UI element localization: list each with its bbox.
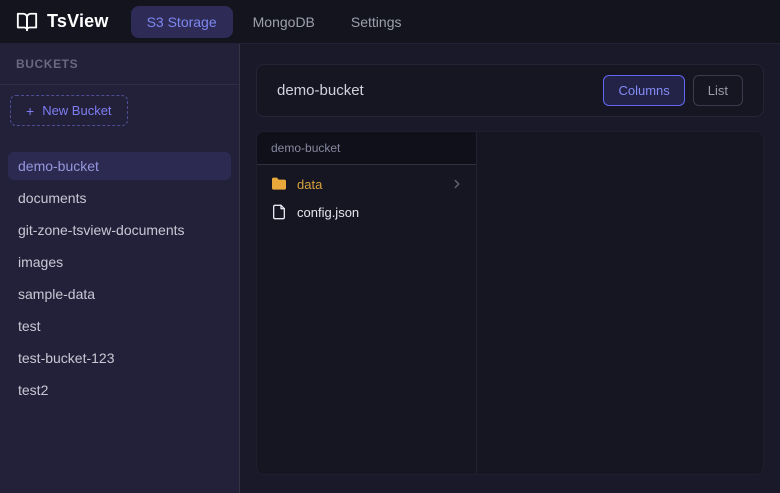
column-header: demo-bucket: [257, 132, 476, 165]
sidebar-item-documents[interactable]: documents: [8, 184, 231, 212]
sidebar-item-git-zone-tsview-documents[interactable]: git-zone-tsview-documents: [8, 216, 231, 244]
buckets-section-title: BUCKETS: [0, 44, 239, 85]
folder-icon: [271, 176, 287, 192]
tab-settings[interactable]: Settings: [335, 6, 418, 38]
bucket-title: demo-bucket: [277, 82, 603, 99]
file-icon: [271, 204, 287, 220]
tab-s3-storage[interactable]: S3 Storage: [131, 6, 233, 38]
sidebar-item-sample-data[interactable]: sample-data: [8, 280, 231, 308]
new-bucket-label: New Bucket: [42, 103, 111, 118]
app-title: TsView: [47, 11, 109, 32]
buckets-sidebar: BUCKETS + New Bucket demo-bucket documen…: [0, 44, 240, 493]
sidebar-item-test[interactable]: test: [8, 312, 231, 340]
folder-name: data: [297, 177, 440, 192]
bucket-list: demo-bucket documents git-zone-tsview-do…: [0, 144, 239, 416]
bucket-toolbar: demo-bucket Columns List: [256, 64, 764, 117]
sidebar-item-test-bucket-123[interactable]: test-bucket-123: [8, 344, 231, 372]
chevron-right-icon: [450, 177, 464, 191]
app-window: TsView S3 Storage MongoDB Settings BUCKE…: [0, 0, 780, 493]
sidebar-item-demo-bucket[interactable]: demo-bucket: [8, 152, 231, 180]
file-explorer-panel: demo-bucket data: [256, 131, 764, 475]
sidebar-item-test2[interactable]: test2: [8, 376, 231, 404]
folder-row-data[interactable]: data: [257, 170, 476, 198]
app-header: TsView S3 Storage MongoDB Settings: [0, 0, 780, 44]
main-nav-tabs: S3 Storage MongoDB Settings: [131, 6, 418, 38]
column-rows: data: [257, 165, 476, 226]
plus-icon: +: [26, 104, 34, 118]
tab-mongodb[interactable]: MongoDB: [237, 6, 331, 38]
list-view-button[interactable]: List: [693, 75, 743, 106]
file-row-config-json[interactable]: config.json: [257, 198, 476, 226]
sidebar-item-images[interactable]: images: [8, 248, 231, 276]
app-logo: TsView: [16, 11, 109, 33]
content-row: BUCKETS + New Bucket demo-bucket documen…: [0, 44, 780, 493]
columns-view-button[interactable]: Columns: [603, 75, 684, 106]
file-name: config.json: [297, 205, 464, 220]
main-panel: demo-bucket Columns List demo-bucket: [240, 44, 780, 493]
explorer-column-demo-bucket: demo-bucket data: [257, 132, 477, 474]
book-open-icon: [16, 11, 38, 33]
new-bucket-button[interactable]: + New Bucket: [10, 95, 128, 126]
new-bucket-container: + New Bucket: [0, 85, 239, 136]
